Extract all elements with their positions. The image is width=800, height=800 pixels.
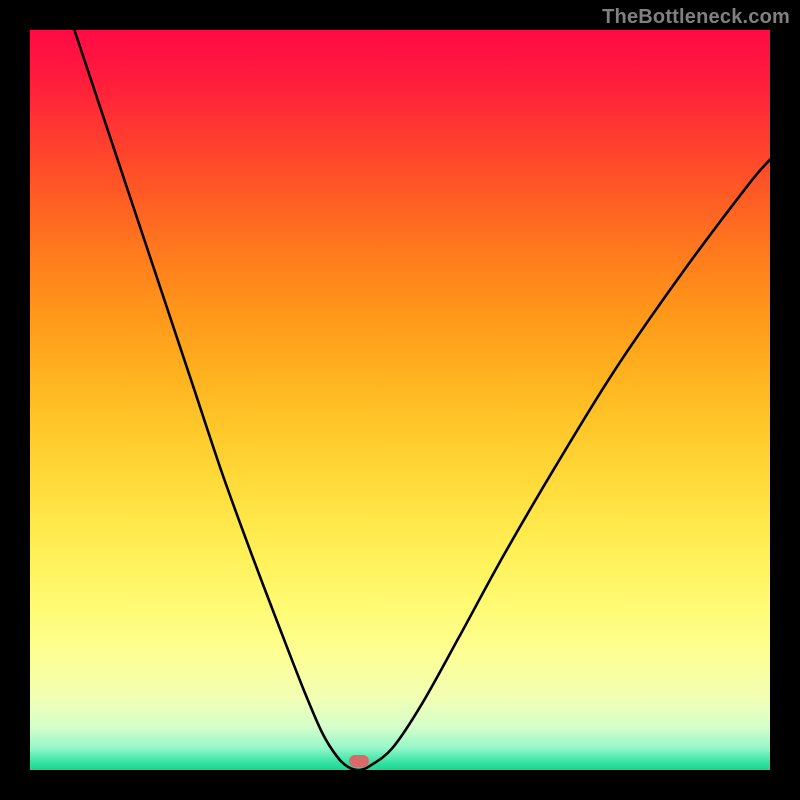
chart-frame: TheBottleneck.com [0,0,800,800]
bottleneck-curve [30,30,770,770]
minimum-marker [349,755,369,767]
plot-area [30,30,770,770]
watermark-text: TheBottleneck.com [602,6,790,29]
